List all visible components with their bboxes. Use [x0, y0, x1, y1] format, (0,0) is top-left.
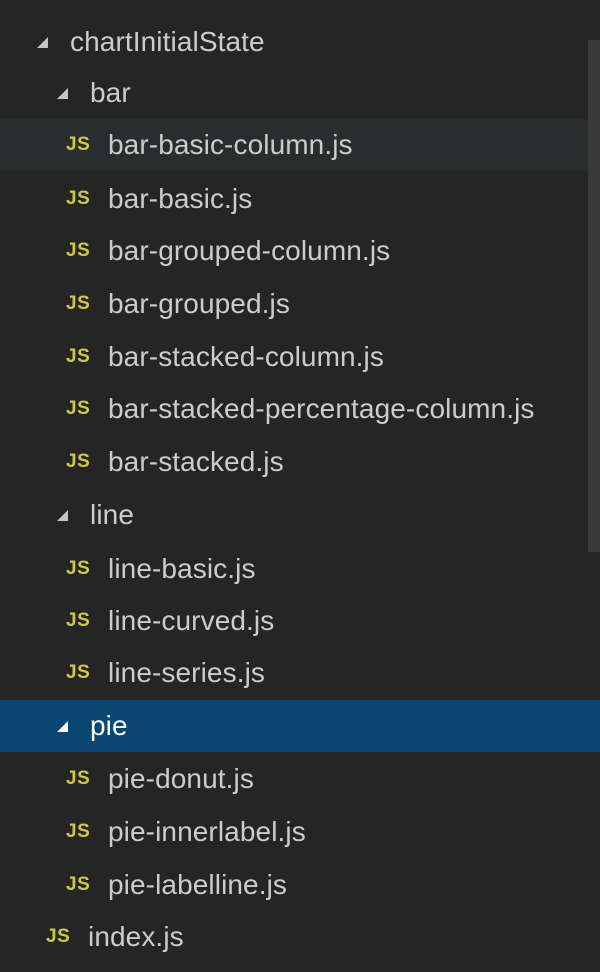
- folder-pie[interactable]: pie: [0, 700, 600, 752]
- folder-bar[interactable]: bar: [0, 67, 600, 119]
- file-label: pie-donut.js: [108, 763, 254, 794]
- folder-label: chartInitialState: [70, 26, 265, 57]
- file-label: bar-grouped.js: [108, 288, 290, 319]
- file-explorer: chartInitialState bar JS bar-basic-colum…: [0, 0, 600, 972]
- file-bar-grouped-column[interactable]: JS bar-grouped-column.js: [0, 225, 600, 277]
- file-label: pie-innerlabel.js: [108, 816, 306, 847]
- file-label: bar-stacked.js: [108, 446, 284, 477]
- folder-chartinitialstate[interactable]: chartInitialState: [0, 16, 600, 68]
- javascript-file-icon: JS: [66, 768, 91, 789]
- file-index[interactable]: JS index.js: [0, 911, 600, 963]
- file-label: bar-stacked-column.js: [108, 341, 384, 372]
- javascript-file-icon: JS: [66, 451, 91, 472]
- file-bar-grouped[interactable]: JS bar-grouped.js: [0, 278, 600, 330]
- file-line-basic[interactable]: JS line-basic.js: [0, 543, 600, 595]
- file-label: bar-basic.js: [108, 183, 253, 214]
- file-bar-stacked-percentage-column[interactable]: JS bar-stacked-percentage-column.js: [0, 383, 600, 435]
- folder-label: bar: [90, 77, 131, 108]
- file-label: line-basic.js: [108, 553, 256, 584]
- expanded-twistie-icon[interactable]: [57, 87, 68, 99]
- vertical-scrollbar[interactable]: [588, 40, 600, 552]
- javascript-file-icon: JS: [66, 188, 91, 209]
- file-pie-innerlabel[interactable]: JS pie-innerlabel.js: [0, 806, 600, 858]
- file-pie-labelline[interactable]: JS pie-labelline.js: [0, 859, 600, 911]
- javascript-file-icon: JS: [66, 558, 91, 579]
- file-bar-basic-column[interactable]: JS bar-basic-column.js: [0, 119, 600, 171]
- expanded-twistie-icon[interactable]: [57, 720, 68, 732]
- expanded-twistie-icon[interactable]: [37, 36, 48, 48]
- javascript-file-icon: JS: [66, 240, 91, 261]
- file-pie-donut[interactable]: JS pie-donut.js: [0, 753, 600, 805]
- javascript-file-icon: JS: [66, 874, 91, 895]
- javascript-file-icon: JS: [46, 926, 71, 947]
- file-label: line-curved.js: [108, 605, 275, 636]
- javascript-file-icon: JS: [66, 346, 91, 367]
- file-bar-stacked-column[interactable]: JS bar-stacked-column.js: [0, 331, 600, 383]
- javascript-file-icon: JS: [66, 821, 91, 842]
- javascript-file-icon: JS: [66, 662, 91, 683]
- file-label: line-series.js: [108, 657, 265, 688]
- file-line-curved[interactable]: JS line-curved.js: [0, 595, 600, 647]
- file-label: bar-grouped-column.js: [108, 235, 391, 266]
- javascript-file-icon: JS: [66, 134, 91, 155]
- folder-line[interactable]: line: [0, 489, 600, 541]
- folder-label: line: [90, 499, 134, 530]
- file-label: pie-labelline.js: [108, 869, 288, 900]
- file-label: bar-stacked-percentage-column.js: [108, 393, 535, 424]
- javascript-file-icon: JS: [66, 610, 91, 631]
- file-bar-stacked[interactable]: JS bar-stacked.js: [0, 436, 600, 488]
- javascript-file-icon: JS: [66, 398, 91, 419]
- file-line-series[interactable]: JS line-series.js: [0, 647, 600, 699]
- file-label: bar-basic-column.js: [108, 129, 353, 160]
- folder-label: pie: [90, 710, 128, 741]
- file-bar-basic[interactable]: JS bar-basic.js: [0, 173, 600, 225]
- javascript-file-icon: JS: [66, 293, 91, 314]
- expanded-twistie-icon[interactable]: [57, 509, 68, 521]
- file-label: index.js: [88, 921, 184, 952]
